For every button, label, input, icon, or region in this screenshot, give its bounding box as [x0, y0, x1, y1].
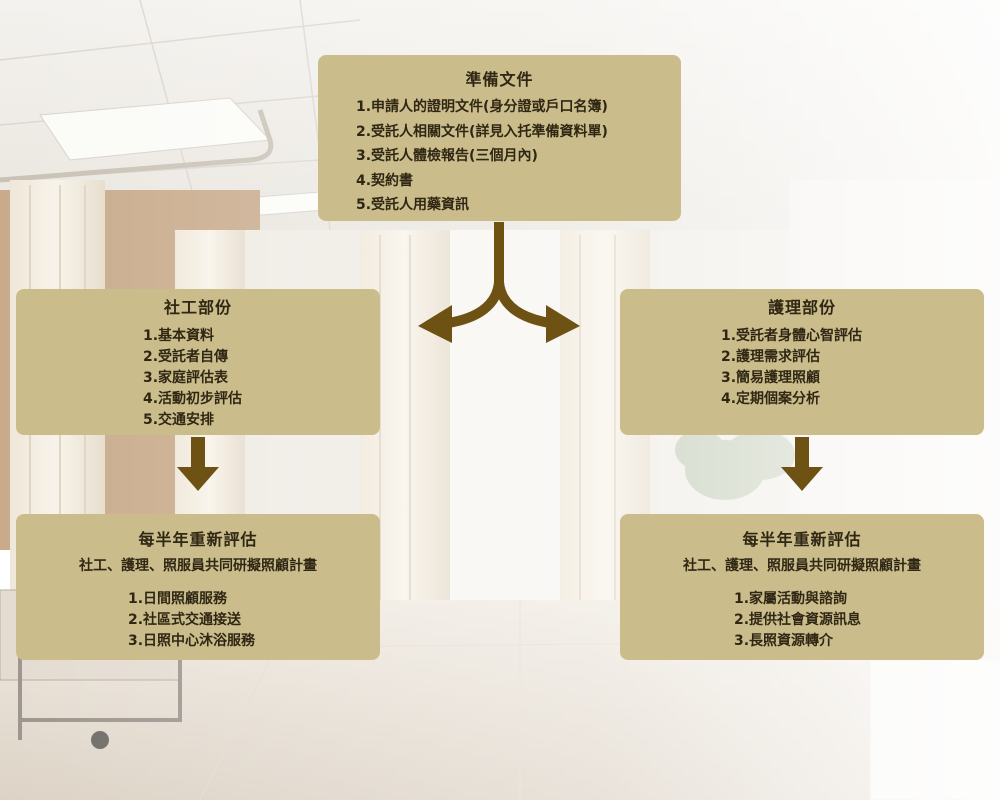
nursing-list: 1.受託者身體心智評估 2.護理需求評估 3.簡易護理照顧 4.定期個案分析: [721, 326, 984, 410]
nursing-title: 護理部份: [767, 298, 836, 317]
social-work-list: 1.基本資料 2.受託者自傳 3.家庭評估表 4.活動初步評估 5.交通安排: [143, 326, 380, 431]
list-item: 1.申請人的證明文件(身分證或戶口名簿): [356, 99, 608, 115]
review-left-title: 每半年重新評估: [138, 530, 258, 549]
prepare-documents-box: 準備文件 1.申請人的證明文件(身分證或戶口名簿) 2.受託人相關文件(詳見入托…: [318, 55, 681, 221]
list-item: 3.長照資源轉介: [734, 633, 834, 649]
review-left-box: 每半年重新評估 社工、護理、照服員共同研擬照顧計畫 1.日間照顧服務 2.社區式…: [16, 514, 380, 660]
list-item: 5.交通安排: [143, 412, 215, 428]
list-item: 4.活動初步評估: [143, 391, 243, 407]
social-work-title: 社工部份: [163, 298, 232, 317]
list-item: 4.定期個案分析: [721, 391, 821, 407]
list-item: 3.家庭評估表: [143, 370, 229, 386]
list-item: 2.受託人相關文件(詳見入托準備資料單): [356, 123, 608, 140]
review-right-subtitle: 社工、護理、照服員共同研擬照顧計畫: [683, 558, 921, 574]
review-left-subtitle: 社工、護理、照服員共同研擬照顧計畫: [79, 558, 317, 574]
list-item: 2.社區式交通接送: [128, 612, 242, 628]
prepare-documents-title: 準備文件: [465, 70, 534, 89]
list-item: 1.基本資料: [143, 328, 215, 344]
list-item: 1.日間照顧服務: [128, 591, 228, 607]
list-item: 5.受託人用藥資訊: [356, 197, 470, 213]
social-work-box: 社工部份 1.基本資料 2.受託者自傳 3.家庭評估表 4.活動初步評估 5.交…: [16, 289, 380, 435]
list-item: 2.護理需求評估: [721, 349, 821, 365]
list-item: 1.家屬活動與諮詢: [734, 591, 848, 607]
list-item: 2.提供社會資源訊息: [734, 612, 862, 628]
list-item: 3.簡易護理照顧: [721, 370, 821, 386]
list-item: 3.日照中心沐浴服務: [128, 633, 256, 649]
review-right-box: 每半年重新評估 社工、護理、照服員共同研擬照顧計畫 1.家屬活動與諮詢 2.提供…: [620, 514, 984, 660]
nursing-box: 護理部份 1.受託者身體心智評估 2.護理需求評估 3.簡易護理照顧 4.定期個…: [620, 289, 984, 435]
review-right-title: 每半年重新評估: [742, 530, 862, 549]
list-item: 4.契約書: [356, 172, 414, 189]
list-item: 3.受託人體檢報告(三個月內): [356, 148, 538, 164]
list-item: 2.受託者自傳: [143, 349, 229, 365]
review-right-list: 1.家屬活動與諮詢 2.提供社會資源訊息 3.長照資源轉介: [734, 589, 984, 652]
prepare-documents-list: 1.申請人的證明文件(身分證或戶口名簿) 2.受託人相關文件(詳見入托準備資料單…: [356, 95, 681, 218]
list-item: 1.受託者身體心智評估: [721, 328, 863, 344]
review-left-list: 1.日間照顧服務 2.社區式交通接送 3.日照中心沐浴服務: [128, 589, 380, 652]
